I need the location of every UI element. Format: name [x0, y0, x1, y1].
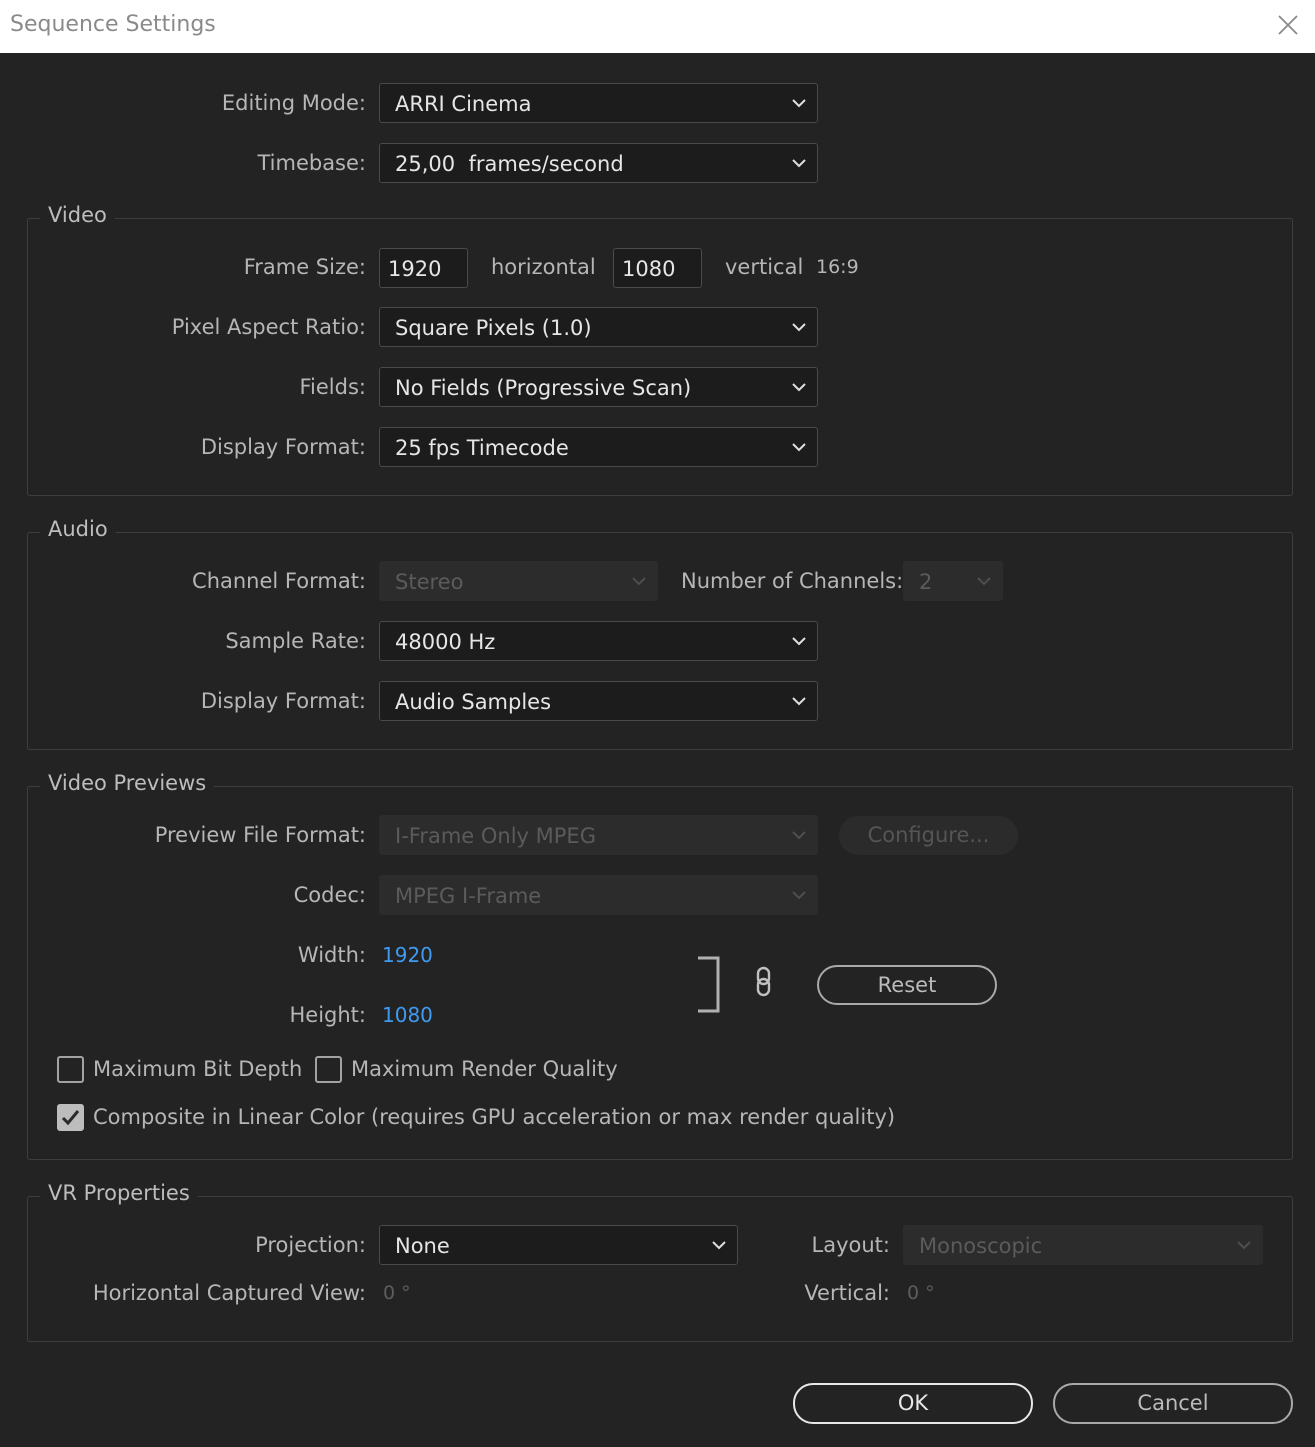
codec-dropdown: MPEG I-Frame: [379, 875, 818, 915]
layout-dropdown: Monoscopic: [903, 1225, 1263, 1265]
number-of-channels-dropdown: 2: [903, 561, 1003, 601]
codec-value: MPEG I-Frame: [395, 884, 542, 908]
preview-height-value[interactable]: 1080: [382, 1003, 433, 1027]
fields-dropdown[interactable]: No Fields (Progressive Scan): [379, 367, 818, 407]
video-display-format-dropdown[interactable]: 25 fps Timecode: [379, 427, 818, 467]
linear-color-checkbox[interactable]: [57, 1104, 84, 1131]
vr-properties-group: VR Properties: [27, 1181, 1293, 1342]
ok-button[interactable]: OK: [793, 1383, 1033, 1424]
chevron-down-icon: [791, 441, 807, 453]
vertical-label: vertical: [725, 255, 804, 279]
channel-format-value: Stereo: [395, 570, 464, 594]
frame-width-input[interactable]: 1920: [379, 248, 468, 288]
number-of-channels-label: Number of Channels:: [681, 569, 904, 593]
close-button[interactable]: [1273, 10, 1303, 40]
vr-properties-group-title: VR Properties: [40, 1181, 198, 1205]
audio-display-format-dropdown[interactable]: Audio Samples: [379, 681, 818, 721]
timebase-dropdown[interactable]: 25,00 frames/second: [379, 143, 818, 183]
max-render-quality-label: Maximum Render Quality: [351, 1057, 618, 1081]
checkmark-icon: [61, 1110, 80, 1126]
audio-display-format-value: Audio Samples: [395, 690, 552, 714]
pixel-aspect-value: Square Pixels (1.0): [395, 316, 592, 340]
horizontal-captured-view-label: Horizontal Captured View:: [92, 1281, 366, 1305]
sample-rate-value: 48000 Hz: [395, 630, 496, 654]
frame-height-input[interactable]: 1080: [613, 248, 702, 288]
dialog-title: Sequence Settings: [10, 12, 216, 37]
reset-button[interactable]: Reset: [817, 965, 997, 1005]
fields-value: No Fields (Progressive Scan): [395, 376, 692, 400]
chevron-down-icon: [711, 1239, 727, 1251]
preview-width-value[interactable]: 1920: [382, 943, 433, 967]
number-of-channels-value: 2: [919, 570, 933, 594]
timebase-label: Timebase:: [257, 151, 366, 175]
channel-format-dropdown: Stereo: [379, 561, 658, 601]
sample-rate-dropdown[interactable]: 48000 Hz: [379, 621, 818, 661]
editing-mode-label: Editing Mode:: [221, 91, 366, 115]
configure-button: Configure...: [839, 816, 1018, 855]
vertical-view-value: 0 °: [907, 1282, 935, 1304]
fields-label: Fields:: [299, 375, 367, 399]
chevron-down-icon: [631, 575, 647, 587]
projection-label: Projection:: [255, 1233, 366, 1257]
max-render-quality-checkbox[interactable]: [315, 1056, 342, 1083]
max-bit-depth-label: Maximum Bit Depth: [93, 1057, 303, 1081]
title-bar: Sequence Settings: [0, 0, 1315, 53]
chevron-down-icon: [791, 97, 807, 109]
horizontal-captured-view-value: 0 °: [383, 1282, 411, 1304]
video-group-title: Video: [40, 203, 115, 227]
editing-mode-value: ARRI Cinema: [395, 92, 532, 116]
preview-file-format-dropdown: I-Frame Only MPEG: [379, 815, 818, 855]
layout-value: Monoscopic: [919, 1234, 1043, 1258]
chevron-down-icon: [1236, 1239, 1252, 1251]
chevron-down-icon: [791, 381, 807, 393]
projection-dropdown[interactable]: None: [379, 1225, 738, 1265]
chevron-down-icon: [791, 635, 807, 647]
sample-rate-label: Sample Rate:: [225, 629, 366, 653]
chevron-down-icon: [976, 575, 992, 587]
video-display-format-value: 25 fps Timecode: [395, 436, 569, 460]
linear-color-label: Composite in Linear Color (requires GPU …: [93, 1105, 896, 1129]
cancel-button[interactable]: Cancel: [1053, 1383, 1293, 1424]
video-previews-group-title: Video Previews: [40, 771, 215, 795]
chevron-down-icon: [791, 829, 807, 841]
preview-width-label: Width:: [297, 943, 366, 967]
channel-format-label: Channel Format:: [192, 569, 366, 593]
link-bracket-icon: [698, 956, 720, 1013]
codec-label: Codec:: [293, 883, 366, 907]
vertical-view-label: Vertical:: [804, 1281, 890, 1305]
close-icon: [1278, 15, 1298, 35]
chain-link-icon[interactable]: [754, 966, 774, 998]
horizontal-label: horizontal: [491, 255, 596, 279]
max-bit-depth-checkbox[interactable]: [57, 1056, 84, 1083]
preview-file-format-value: I-Frame Only MPEG: [395, 824, 596, 848]
chevron-down-icon: [791, 321, 807, 333]
chevron-down-icon: [791, 695, 807, 707]
pixel-aspect-label: Pixel Aspect Ratio:: [171, 315, 366, 339]
editing-mode-dropdown[interactable]: ARRI Cinema: [379, 83, 818, 123]
preview-height-label: Height:: [289, 1003, 367, 1027]
chevron-down-icon: [791, 889, 807, 901]
audio-group-title: Audio: [40, 517, 116, 541]
projection-value: None: [395, 1234, 450, 1258]
aspect-ratio-text: 16:9: [816, 256, 859, 278]
video-display-format-label: Display Format:: [200, 435, 366, 459]
pixel-aspect-dropdown[interactable]: Square Pixels (1.0): [379, 307, 818, 347]
chevron-down-icon: [791, 157, 807, 169]
audio-display-format-label: Display Format:: [200, 689, 366, 713]
layout-label: Layout:: [811, 1233, 890, 1257]
preview-file-format-label: Preview File Format:: [154, 823, 366, 847]
frame-size-label: Frame Size:: [243, 255, 366, 279]
timebase-value: 25,00 frames/second: [395, 152, 624, 176]
